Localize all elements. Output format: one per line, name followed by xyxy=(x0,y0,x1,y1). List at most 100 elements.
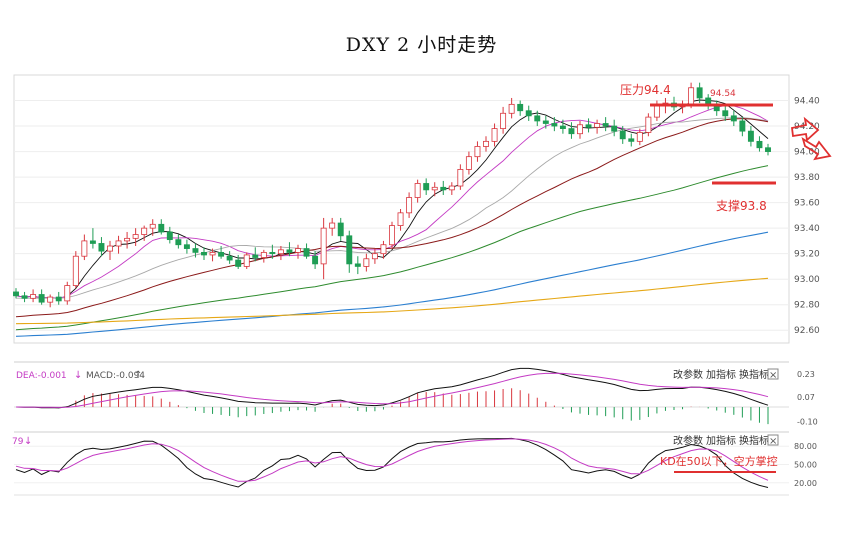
candle-body xyxy=(756,140,763,149)
candle-body xyxy=(525,110,532,117)
resistance-label: 压力94.4 xyxy=(620,83,671,97)
candle-body xyxy=(337,222,344,237)
ma30-line xyxy=(15,118,769,318)
candle-body xyxy=(243,254,250,267)
candle-body xyxy=(269,251,276,255)
candle-body xyxy=(602,123,609,127)
candle-body xyxy=(500,112,507,129)
candle-body xyxy=(474,146,481,158)
swap-indicator-button[interactable]: 换指标 xyxy=(739,434,769,447)
candle-body xyxy=(98,243,105,252)
candle-body xyxy=(183,244,190,249)
candle-body xyxy=(483,140,489,147)
candle-body xyxy=(149,223,156,229)
candle-body xyxy=(688,87,695,105)
candle-body xyxy=(371,253,378,260)
candle-body xyxy=(465,156,472,170)
candle-body xyxy=(389,225,395,246)
candle-body xyxy=(107,245,113,252)
candle-body xyxy=(739,120,746,132)
candle-body xyxy=(218,251,225,257)
candle-body xyxy=(619,130,626,140)
candle-body xyxy=(115,240,122,247)
candle-body xyxy=(192,248,199,253)
price-tick-label: 93.00 xyxy=(794,275,820,285)
candle-body xyxy=(201,251,207,256)
edit-params-button[interactable]: 改参数 xyxy=(673,434,703,447)
ma250-line xyxy=(15,277,769,325)
candle-body xyxy=(64,285,71,302)
price-tick-label: 93.40 xyxy=(794,224,820,234)
chart-title: DXY 2 小时走势 xyxy=(345,34,498,56)
candle-body xyxy=(722,110,729,117)
candle-body xyxy=(440,186,447,191)
price-tick-label: 93.80 xyxy=(794,173,820,183)
candle-body xyxy=(226,255,233,261)
macd-tick-label: 0.23 xyxy=(797,370,815,379)
candle-body xyxy=(303,248,310,257)
main-panel-frame xyxy=(13,74,790,344)
price-tick-label: 92.80 xyxy=(794,301,820,311)
price-tick-label: 92.60 xyxy=(794,326,820,336)
close-icon: × xyxy=(769,436,777,447)
candle-body xyxy=(277,249,284,255)
candle-body xyxy=(72,255,79,286)
macd-dea-readout: DEA:-0.001 xyxy=(16,371,67,381)
candle-body xyxy=(363,258,370,267)
candle-body xyxy=(55,296,62,302)
candle-body xyxy=(124,237,131,242)
candle-body xyxy=(158,223,165,233)
candle-body xyxy=(209,251,216,256)
candle-body xyxy=(508,103,515,114)
up-arrow-icon: ↑ xyxy=(134,370,142,381)
kd-readout: 79 xyxy=(12,437,24,447)
candle-body xyxy=(295,248,301,253)
candle-body xyxy=(457,169,464,187)
support-label: 支撑93.8 xyxy=(716,198,767,213)
macd-tick-label: -0.10 xyxy=(797,417,818,426)
add-indicator-button[interactable]: 加指标 xyxy=(706,368,736,381)
stock-chart[interactable]: 94.40 94.20 94.00 93.80 93.60 93.40 93.20 93.00… xyxy=(0,70,843,529)
candle-body xyxy=(577,124,583,135)
swap-indicator-button[interactable]: 换指标 xyxy=(739,368,769,381)
candle-body xyxy=(406,197,413,214)
candle-body xyxy=(414,183,421,198)
candle-body xyxy=(542,120,549,124)
candle-body xyxy=(636,132,643,142)
down-arrow-icon: ↓ xyxy=(74,370,82,381)
candle-body xyxy=(551,123,558,127)
price-tick-label: 93.60 xyxy=(794,199,820,209)
candle-body xyxy=(21,295,28,299)
candle-body xyxy=(346,235,353,265)
candle-body xyxy=(252,254,259,258)
macd-tick-label: 0.07 xyxy=(797,393,815,402)
candle-body xyxy=(594,123,601,128)
kd-tick-label: 80.00 xyxy=(794,442,817,451)
candle-body xyxy=(653,105,660,118)
candle-body xyxy=(568,128,575,135)
candle-body xyxy=(431,186,438,191)
down-arrow-icon: ↓ xyxy=(24,436,32,447)
candle-body xyxy=(517,103,524,112)
candle-body xyxy=(89,240,96,244)
kd-tick-label: 20.00 xyxy=(794,479,817,488)
high-marker: 94.54 xyxy=(710,89,736,99)
add-indicator-button[interactable]: 加指标 xyxy=(706,434,736,447)
ma10-line xyxy=(15,105,769,299)
candle-body xyxy=(329,222,336,229)
candle-body xyxy=(730,115,737,122)
candle-body xyxy=(286,249,293,253)
candle-body xyxy=(320,227,327,265)
candle-body xyxy=(380,244,387,255)
candle-body xyxy=(132,234,139,239)
candle-body xyxy=(312,255,319,265)
candle-body xyxy=(747,130,754,142)
candle-body xyxy=(696,87,703,99)
candle-body xyxy=(38,294,45,303)
candle-body xyxy=(81,240,88,257)
edit-params-button[interactable]: 改参数 xyxy=(673,368,703,381)
candle-body xyxy=(235,259,242,267)
candle-body xyxy=(166,231,173,241)
ma5-line xyxy=(15,99,769,300)
candle-body xyxy=(175,239,182,246)
